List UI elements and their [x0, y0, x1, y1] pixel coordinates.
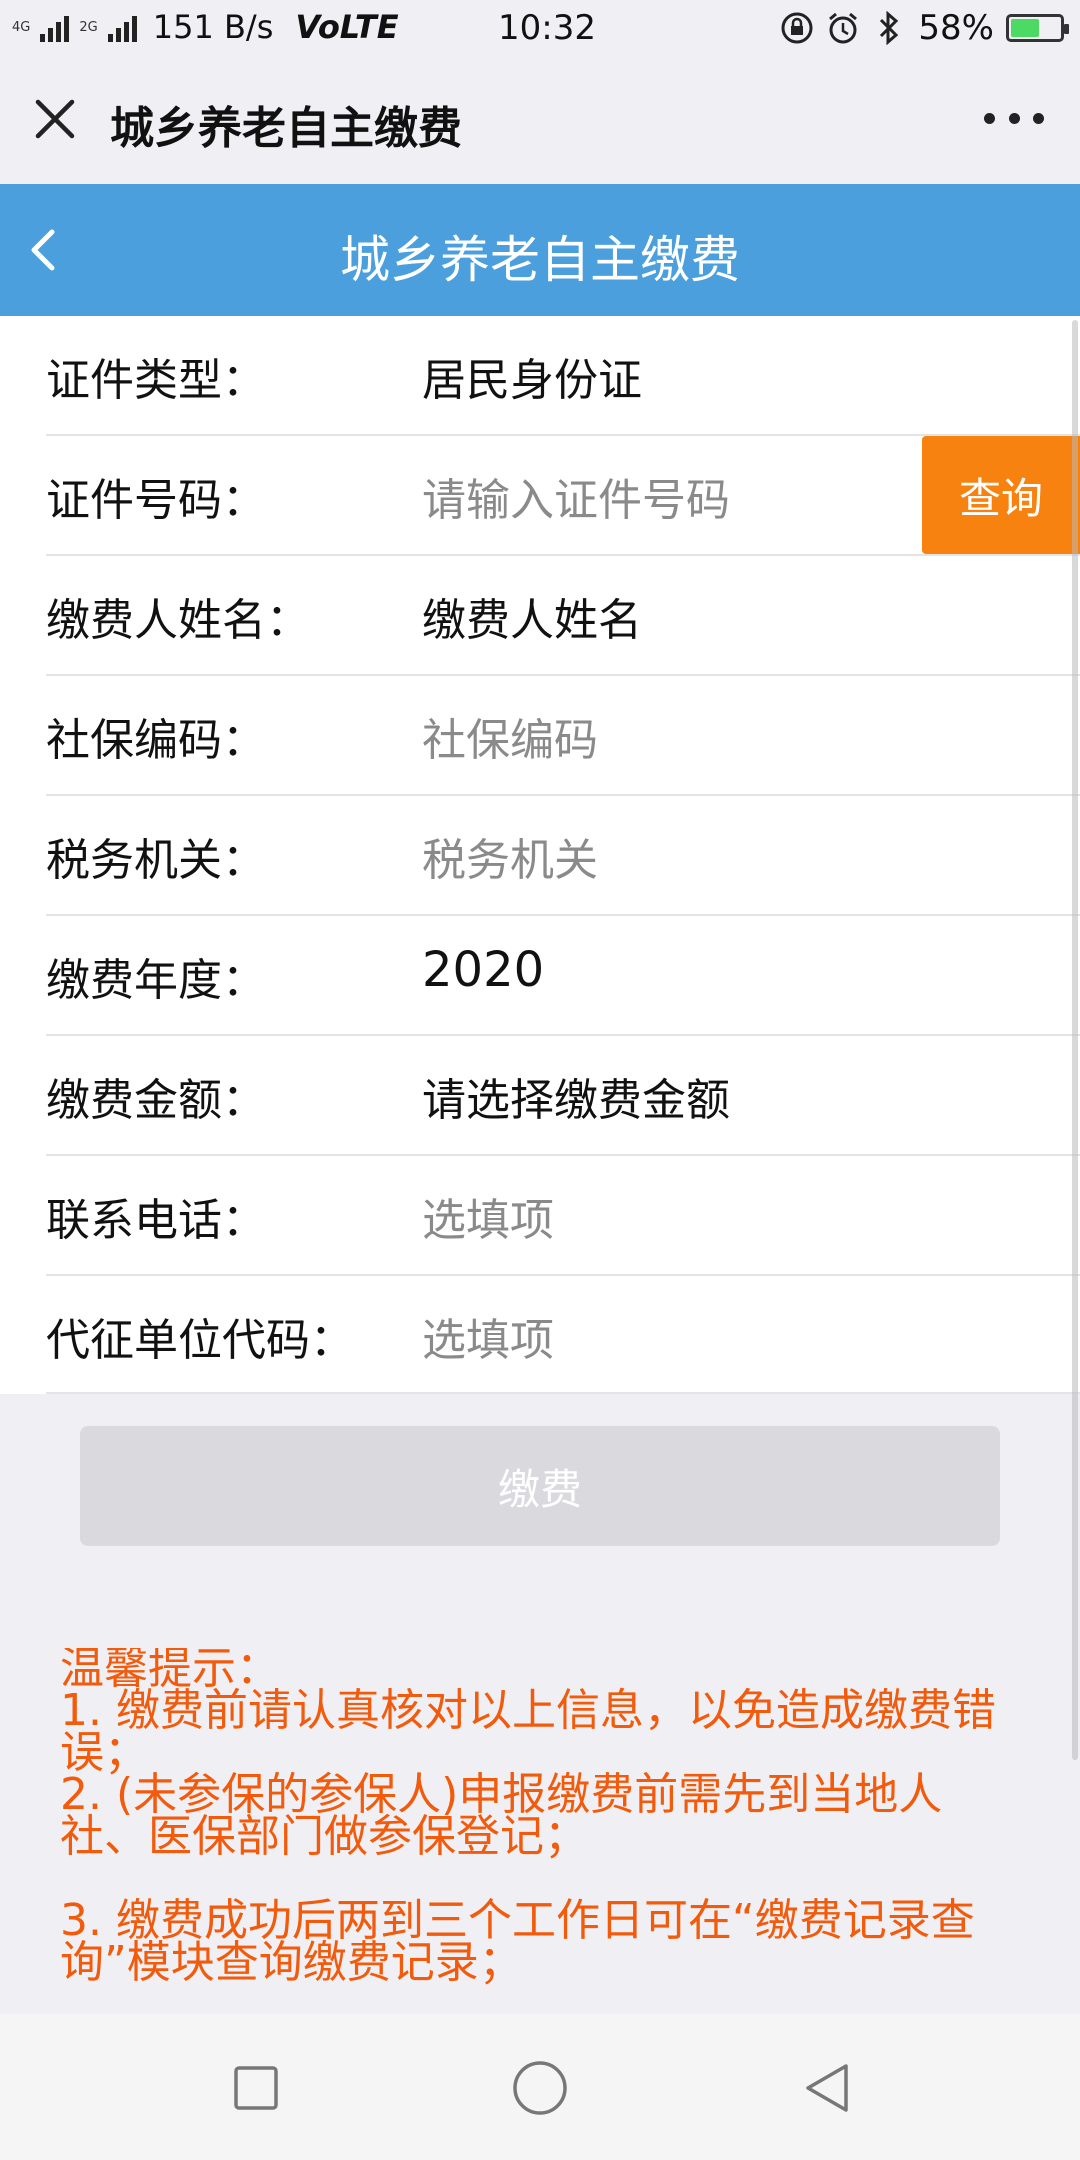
- network-speed: 151 B/s: [152, 8, 274, 46]
- network-type: 4G: [12, 21, 30, 34]
- page-header: 城乡养老自主缴费: [0, 184, 1080, 316]
- query-button[interactable]: 查询: [922, 436, 1080, 554]
- payment-amount-select[interactable]: 请选择缴费金额: [422, 1064, 730, 1128]
- form-row-payment-amount[interactable]: 缴费金额： 请选择缴费金额: [46, 1036, 1080, 1156]
- agent-code-label: 代征单位代码：: [46, 1315, 354, 1366]
- lock-rotation-icon: [780, 11, 814, 45]
- id-number-label: 证件号码：: [46, 475, 266, 526]
- back-icon[interactable]: [796, 2056, 860, 2120]
- phone-label: 联系电话：: [46, 1195, 266, 1246]
- form-row-payment-year[interactable]: 缴费年度： 2020: [46, 916, 1080, 1036]
- volte-indicator: VoLTE: [295, 8, 399, 46]
- more-options-icon[interactable]: [984, 108, 1044, 128]
- form-row-payer-name[interactable]: 缴费人姓名： 缴费人姓名: [46, 556, 1080, 676]
- agent-code-input[interactable]: 选填项: [422, 1304, 554, 1368]
- tax-authority-field[interactable]: 税务机关: [422, 824, 598, 888]
- form-row-social-security-code[interactable]: 社保编码： 社保编码: [46, 676, 1080, 796]
- id-type-label: 证件类型：: [46, 355, 266, 406]
- webview-title: 城乡养老自主缴费: [110, 103, 462, 154]
- form-row-agent-code[interactable]: 代征单位代码： 选填项: [46, 1276, 1080, 1394]
- payment-year-select[interactable]: 2020: [422, 942, 544, 998]
- battery-percent: 58%: [918, 8, 994, 48]
- id-number-input[interactable]: 请输入证件号码: [422, 464, 730, 528]
- payment-amount-label: 缴费金额：: [46, 1075, 266, 1126]
- tips-item-3: 3. 缴费成功后两到三个工作日可在“缴费记录查询”模块查询缴费记录；: [60, 1895, 975, 1988]
- tax-authority-label: 税务机关：: [46, 835, 266, 886]
- tips-title: 温馨提示：: [60, 1648, 280, 1694]
- signal-icon-2: [107, 12, 137, 42]
- social-security-code-field[interactable]: 社保编码: [422, 704, 598, 768]
- tips-item-1: 1. 缴费前请认真核对以上信息，以免造成缴费错误；: [60, 1685, 996, 1778]
- clock: 10:32: [498, 8, 596, 48]
- battery-fill: [1011, 19, 1039, 37]
- tips-spacer: [60, 1858, 1020, 1900]
- system-navigation-bar: [0, 2014, 1080, 2160]
- close-icon[interactable]: [30, 94, 80, 144]
- form-row-tax-authority[interactable]: 税务机关： 税务机关: [46, 796, 1080, 916]
- webview-titlebar: 城乡养老自主缴费: [0, 58, 1080, 184]
- status-right: 58%: [780, 8, 1069, 48]
- network-type-2: 2G: [79, 21, 97, 34]
- payer-name-field[interactable]: 缴费人姓名: [422, 584, 642, 648]
- signal-icon: [40, 12, 70, 42]
- home-icon[interactable]: [508, 2056, 572, 2120]
- alarm-icon: [826, 11, 860, 45]
- social-security-code-label: 社保编码：: [46, 715, 266, 766]
- status-left: 4G 2G 151 B/s VoLTE: [12, 8, 399, 46]
- payment-form: 证件类型： 居民身份证 证件号码： 请输入证件号码 缴费人姓名： 缴费人姓名 社…: [0, 316, 1080, 1394]
- id-type-select[interactable]: 居民身份证: [422, 344, 642, 408]
- tips-section: 温馨提示： 1. 缴费前请认真核对以上信息，以免造成缴费错误； 2. (未参保的…: [60, 1648, 1020, 2008]
- page-title: 城乡养老自主缴费: [340, 231, 740, 289]
- recent-apps-icon[interactable]: [224, 2056, 288, 2120]
- network-type-top: 4G: [12, 19, 31, 35]
- status-bar: 4G 2G 151 B/s VoLTE 10:32 58%: [0, 0, 1080, 58]
- payment-year-label: 缴费年度：: [46, 955, 266, 1006]
- phone-input[interactable]: 选填项: [422, 1184, 554, 1248]
- pay-button[interactable]: 缴费: [80, 1426, 1000, 1546]
- battery-icon: [1006, 14, 1069, 42]
- payer-name-label: 缴费人姓名：: [46, 595, 310, 646]
- network-type-bottom: 2G: [79, 19, 98, 35]
- scrollbar[interactable]: [1072, 320, 1078, 1760]
- form-row-phone[interactable]: 联系电话： 选填项: [46, 1156, 1080, 1276]
- form-row-id-type[interactable]: 证件类型： 居民身份证: [46, 316, 1080, 436]
- tips-item-2: 2. (未参保的参保人)申报缴费前需先到当地人社、医保部门做参保登记；: [60, 1769, 943, 1862]
- bluetooth-icon: [872, 11, 906, 45]
